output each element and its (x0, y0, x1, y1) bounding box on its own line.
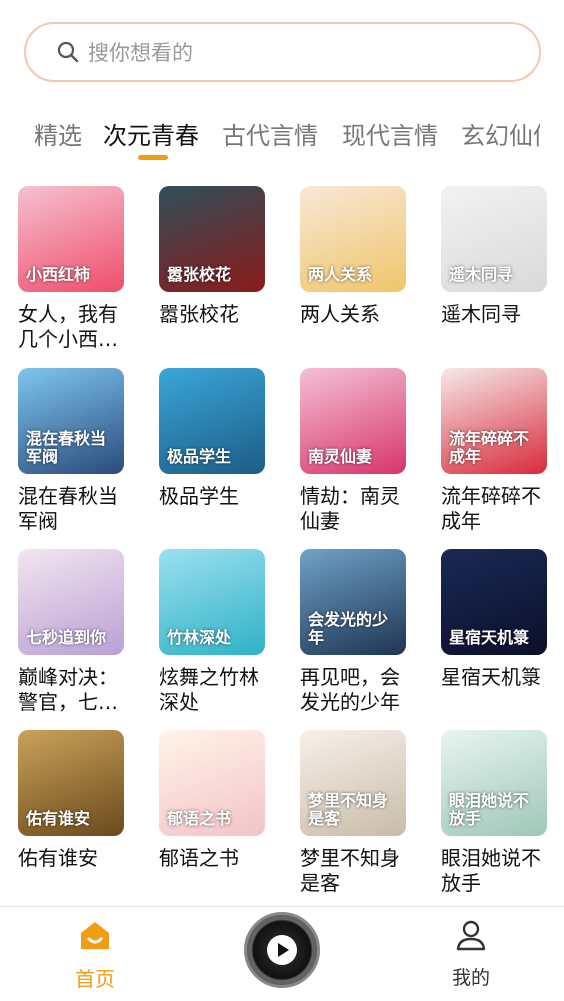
book-card[interactable]: 星宿天机箓 星宿天机箓 (441, 549, 551, 690)
book-cover-text: 星宿天机箓 (449, 628, 530, 647)
tab-fantasy[interactable]: 玄幻仙侠 (461, 116, 540, 151)
book-cover-text: 竹林深处 (167, 628, 232, 647)
book-cover-text: 嚣张校花 (167, 265, 232, 284)
book-cover[interactable]: 郁语之书 (159, 730, 265, 836)
nav-mine-label: 我的 (451, 967, 490, 989)
home-icon (81, 922, 109, 949)
book-card[interactable]: 眼泪她说不放手 眼泪她说不放手 (441, 730, 551, 896)
book-cover-text: 眼泪她说不放手 (449, 791, 530, 828)
book-card[interactable]: 竹林深处炫舞之竹林深处 (159, 549, 269, 715)
active-tab-indicator (138, 155, 168, 160)
play-icon (267, 935, 297, 965)
book-title: 炫舞之竹林深处 (159, 665, 259, 714)
search-icon (57, 41, 79, 63)
book-title: 混在春秋当军阀 (18, 484, 118, 533)
book-cover[interactable]: 遥木同寻 (441, 186, 547, 292)
book-cover-text: 遥木同寻 (449, 265, 514, 284)
user-icon (456, 920, 486, 951)
book-cover-text: 极品学生 (167, 447, 232, 466)
book-title: 遥木同寻 (441, 302, 521, 326)
player-button[interactable] (244, 912, 320, 988)
book-cover-text: 两人关系 (308, 265, 373, 284)
book-title: 再见吧，会发光的少年 (300, 665, 400, 714)
book-card[interactable]: 郁语之书 郁语之书 (159, 730, 269, 871)
book-cover[interactable]: 梦里不知身是客 (300, 730, 406, 836)
book-cover-text: 会发光的少年 (308, 610, 389, 647)
book-cover[interactable]: 流年碎碎不成年 (441, 368, 547, 474)
book-cover[interactable]: 南灵仙妻 (300, 368, 406, 474)
book-cover[interactable]: 小西红柿 (18, 186, 124, 292)
book-card[interactable]: 会发光的少年再见吧，会发光的少年 (300, 549, 410, 715)
book-cover-text: 佑有谁安 (26, 809, 91, 828)
book-cover[interactable]: 混在春秋当军阀 (18, 368, 124, 474)
book-cover[interactable]: 会发光的少年 (300, 549, 406, 655)
book-card[interactable]: 七秒追到你巅峰对决：警官，七… (18, 549, 128, 715)
book-title: 佑有谁安 (18, 846, 98, 870)
book-cover[interactable]: 嚣张校花 (159, 186, 265, 292)
book-card[interactable]: 流年碎碎不成年 流年碎碎不成年 (441, 368, 551, 534)
nav-mine[interactable]: 我的 (438, 917, 504, 990)
nav-home-label: 首页 (75, 967, 115, 991)
book-cover[interactable]: 两人关系 (300, 186, 406, 292)
book-title: 郁语之书 (159, 846, 239, 870)
book-card[interactable]: 混在春秋当军阀 混在春秋当军阀 (18, 368, 128, 534)
book-card[interactable]: 嚣张校花 嚣张校花 (159, 186, 269, 327)
book-card[interactable]: 梦里不知身是客 梦里不知身是客 (300, 730, 410, 896)
book-cover-text: 小西红柿 (26, 265, 91, 284)
book-title: 嚣张校花 (159, 302, 239, 326)
book-card[interactable]: 两人关系 两人关系 (300, 186, 410, 327)
book-cover-text: 混在春秋当军阀 (26, 429, 107, 466)
book-title: 巅峰对决：警官，七… (18, 665, 118, 714)
book-cover-text: 南灵仙妻 (308, 447, 373, 466)
tab-ancient-romance[interactable]: 古代言情 (222, 116, 318, 151)
book-title: 流年碎碎不成年 (441, 484, 541, 533)
tab-youth[interactable]: 次元青春 (103, 116, 199, 151)
book-cover[interactable]: 佑有谁安 (18, 730, 124, 836)
book-card[interactable]: 佑有谁安 佑有谁安 (18, 730, 128, 871)
tab-modern-romance[interactable]: 现代言情 (342, 116, 438, 151)
category-tabs: 精选 次元青春 古代言情 现代言情 玄幻仙侠 (0, 106, 540, 166)
tab-selected[interactable]: 精选 (34, 116, 82, 151)
search-bar[interactable]: 搜你想看的 (24, 22, 541, 82)
book-title: 梦里不知身是客 (300, 846, 400, 895)
book-title: 极品学生 (159, 484, 239, 508)
book-title: 两人关系 (300, 302, 380, 326)
book-cover-text: 郁语之书 (167, 809, 232, 828)
book-cover-text: 七秒追到你 (26, 628, 107, 647)
book-title: 情劫：南灵仙妻 (300, 484, 400, 533)
book-title: 星宿天机箓 (441, 665, 541, 689)
bottom-nav: 首页 我的 (0, 906, 564, 1001)
book-cover[interactable]: 七秒追到你 (18, 549, 124, 655)
book-card[interactable]: 极品学生 极品学生 (159, 368, 269, 509)
nav-home[interactable]: 首页 (62, 917, 128, 992)
search-input[interactable]: 搜你想看的 (24, 22, 541, 82)
book-card[interactable]: 小西红柿女人，我有几个小西… (18, 186, 128, 352)
book-card[interactable]: 遥木同寻 遥木同寻 (441, 186, 551, 327)
book-title: 女人，我有几个小西… (18, 302, 118, 351)
search-placeholder: 搜你想看的 (88, 41, 193, 65)
book-cover[interactable]: 星宿天机箓 (441, 549, 547, 655)
book-cover[interactable]: 眼泪她说不放手 (441, 730, 547, 836)
book-cover-text: 流年碎碎不成年 (449, 429, 530, 466)
book-cover[interactable]: 竹林深处 (159, 549, 265, 655)
book-title: 眼泪她说不放手 (441, 846, 541, 895)
book-cover[interactable]: 极品学生 (159, 368, 265, 474)
book-cover-text: 梦里不知身是客 (308, 791, 389, 828)
book-card[interactable]: 南灵仙妻情劫：南灵仙妻 (300, 368, 410, 534)
